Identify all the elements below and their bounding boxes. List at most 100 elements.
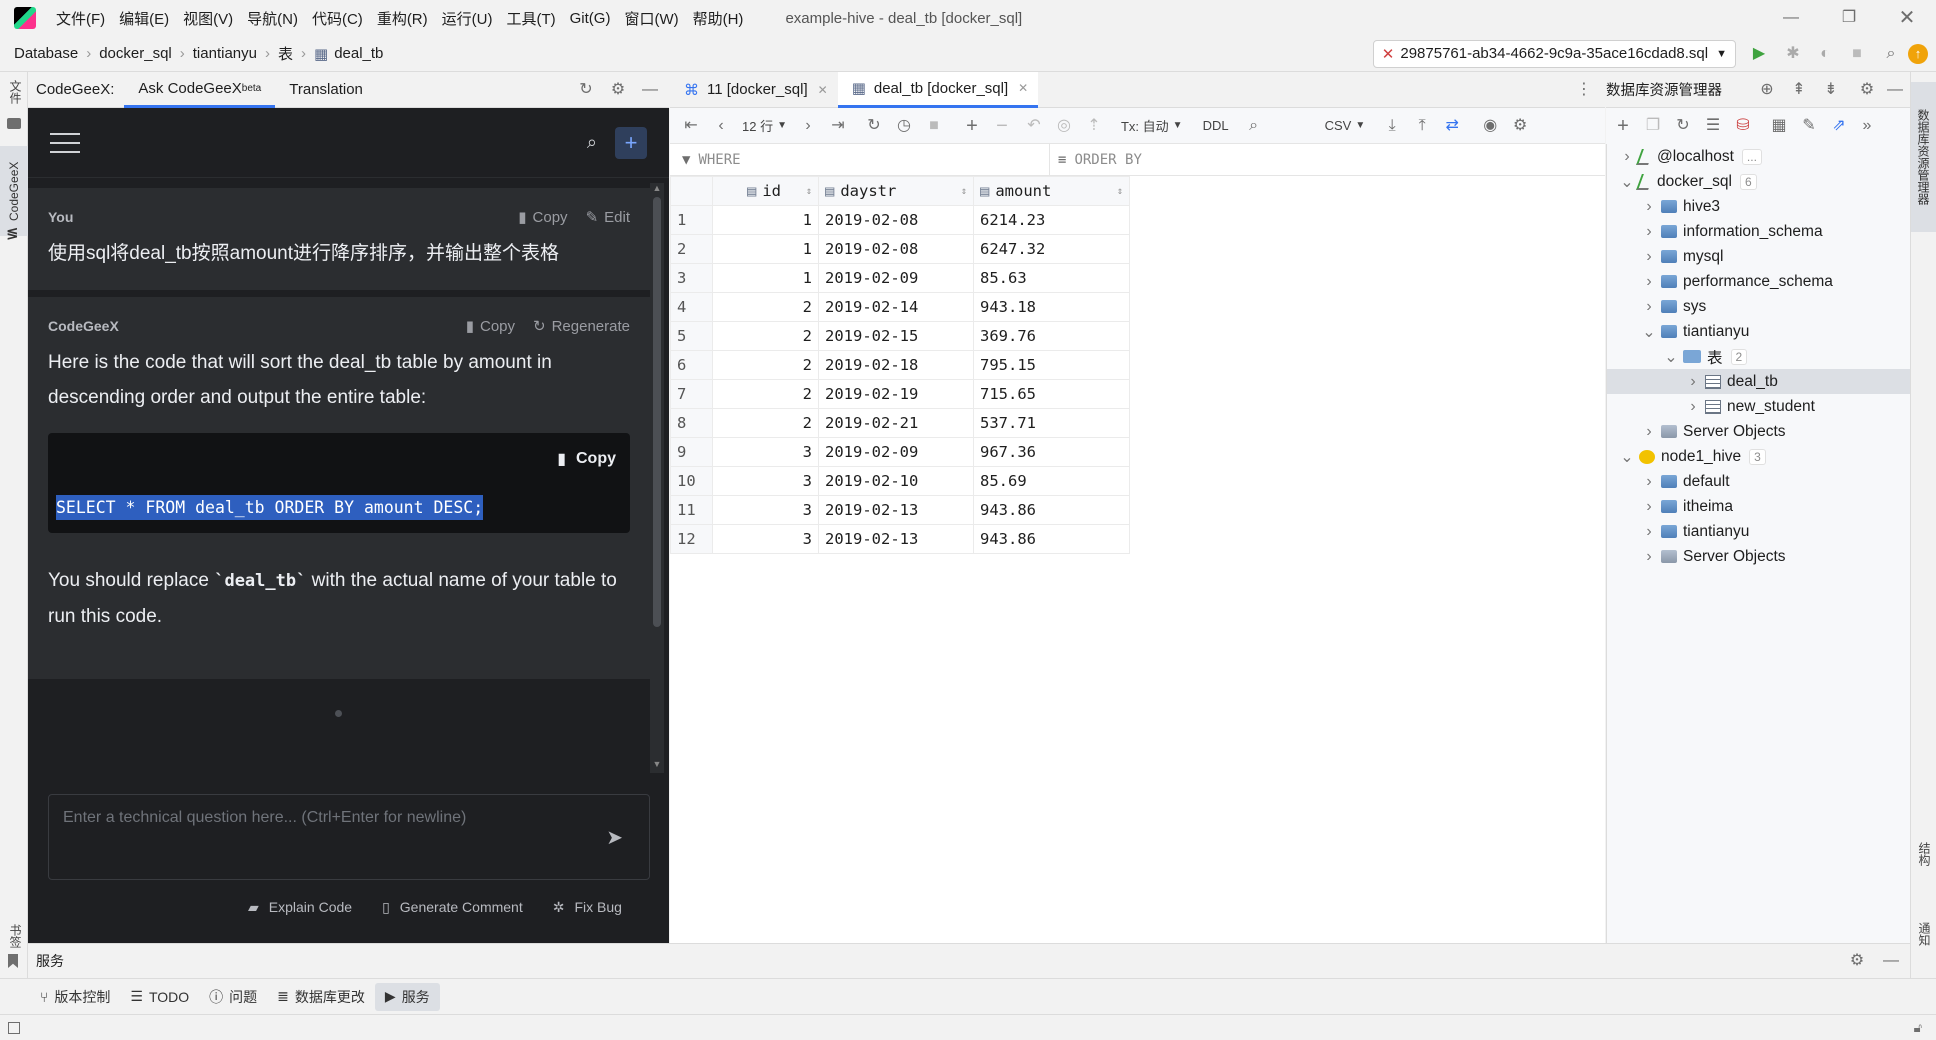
- order-by-input[interactable]: ≡ ORDER BY: [1050, 144, 1142, 176]
- table-row[interactable]: 7 2 2019-02-19 715.65: [670, 379, 1130, 409]
- row-number[interactable]: 3: [670, 263, 713, 293]
- menu-item-6[interactable]: 运行(U): [442, 8, 493, 29]
- search-icon[interactable]: ⌕: [1243, 115, 1265, 137]
- menu-item-1[interactable]: 编辑(E): [119, 8, 169, 29]
- query-history-icon[interactable]: ◷: [893, 115, 915, 137]
- hide-panel-icon[interactable]: —: [1880, 950, 1902, 972]
- assistant-copy-button[interactable]: ▮ Copy: [466, 317, 515, 336]
- export-icon[interactable]: ⤓: [1381, 115, 1403, 137]
- hide-panel-icon[interactable]: —: [1884, 79, 1906, 101]
- generate-comment-button[interactable]: ▯ Generate Comment: [382, 899, 523, 916]
- tree-node[interactable]: ⌄ node1_hive 3: [1607, 444, 1910, 469]
- tree-node[interactable]: › default: [1607, 469, 1910, 494]
- run-icon[interactable]: ▶: [1748, 43, 1770, 65]
- table-row[interactable]: 10 3 2019-02-10 85.69: [670, 466, 1130, 496]
- cell-amount[interactable]: 6247.32: [973, 234, 1130, 264]
- row-number[interactable]: 8: [670, 408, 713, 438]
- table-row[interactable]: 12 3 2019-02-13 943.86: [670, 524, 1130, 554]
- refresh-icon[interactable]: ↻: [1672, 115, 1694, 137]
- prev-page-icon[interactable]: ‹: [710, 115, 732, 137]
- jump-icon[interactable]: ⇗: [1828, 115, 1850, 137]
- codegeex-tool-button[interactable]: CodeGeeX: [0, 146, 28, 236]
- row-number[interactable]: 6: [670, 350, 713, 380]
- chevron-right-icon[interactable]: ›: [1641, 298, 1657, 316]
- cell-id[interactable]: 2: [712, 379, 819, 409]
- chevron-down-icon[interactable]: ⌄: [1619, 447, 1635, 467]
- row-number[interactable]: 5: [670, 321, 713, 351]
- close-window-icon[interactable]: ✕: [1878, 7, 1936, 29]
- sort-arrows-icon[interactable]: ⇕: [806, 186, 812, 197]
- cell-id[interactable]: 2: [712, 408, 819, 438]
- restore-icon[interactable]: ❐: [1820, 7, 1878, 29]
- readonly-lock-icon[interactable]: 🔓︎: [1914, 1020, 1922, 1036]
- cell-daystr[interactable]: 2019-02-13: [818, 524, 974, 554]
- edit-message-button[interactable]: ✎ Edit: [586, 208, 630, 227]
- gear-icon[interactable]: ⚙: [1846, 950, 1868, 972]
- scroll-down-arrow[interactable]: ▼: [650, 759, 664, 769]
- add-datasource-icon[interactable]: +: [1612, 115, 1634, 137]
- table-row[interactable]: 1 1 2019-02-08 6214.23: [670, 205, 1130, 235]
- tree-node[interactable]: ⌄ 表 2: [1607, 344, 1910, 369]
- delete-row-icon[interactable]: −: [991, 115, 1013, 137]
- row-number[interactable]: 1: [670, 205, 713, 235]
- menu-item-9[interactable]: 窗口(W): [624, 8, 678, 29]
- tree-node[interactable]: › Server Objects: [1607, 419, 1910, 444]
- cancel-query-icon[interactable]: ■: [923, 115, 945, 137]
- toggle-tool-windows-icon[interactable]: [8, 1021, 20, 1034]
- cell-amount[interactable]: 943.86: [973, 495, 1130, 525]
- coverage-icon[interactable]: ◐: [1814, 43, 1836, 65]
- app-logo-icon[interactable]: [14, 7, 36, 29]
- chevron-right-icon[interactable]: ›: [1641, 473, 1657, 491]
- tree-node[interactable]: › hive3: [1607, 194, 1910, 219]
- code-snippet[interactable]: SELECT * FROM deal_tb ORDER BY amount DE…: [56, 495, 484, 520]
- cell-daystr[interactable]: 2019-02-10: [818, 466, 974, 496]
- fix-bug-button[interactable]: ✲ Fix Bug: [553, 899, 622, 916]
- tree-node[interactable]: ⌄ tiantianyu: [1607, 319, 1910, 344]
- hamburger-menu-icon[interactable]: [50, 132, 80, 153]
- properties-icon[interactable]: ☰: [1702, 115, 1724, 137]
- chevron-down-icon[interactable]: ⌄: [1663, 347, 1679, 367]
- duplicate-icon[interactable]: ❐: [1642, 115, 1664, 137]
- project-folder-icon[interactable]: [7, 118, 21, 129]
- cell-daystr[interactable]: 2019-02-09: [818, 437, 974, 467]
- table-row[interactable]: 9 3 2019-02-09 967.36: [670, 437, 1130, 467]
- code-copy-button[interactable]: ▮ Copy: [557, 449, 616, 469]
- chevron-right-icon[interactable]: ›: [1619, 148, 1635, 166]
- cell-id[interactable]: 3: [712, 524, 819, 554]
- menu-item-7[interactable]: 工具(T): [506, 8, 555, 29]
- table-row[interactable]: 8 2 2019-02-21 537.71: [670, 408, 1130, 438]
- preview-changes-icon[interactable]: ◎: [1053, 115, 1075, 137]
- search-everywhere-icon[interactable]: ⌕: [1880, 43, 1902, 65]
- cell-amount[interactable]: 795.15: [973, 350, 1130, 380]
- project-tool-button[interactable]: 文件: [4, 80, 24, 104]
- menu-item-5[interactable]: 重构(R): [377, 8, 428, 29]
- explain-code-button[interactable]: ▰ Explain Code: [248, 899, 352, 916]
- chevron-right-icon[interactable]: ›: [1641, 548, 1657, 566]
- scroll-up-arrow[interactable]: ▲: [650, 183, 664, 193]
- cell-amount[interactable]: 943.18: [973, 292, 1130, 322]
- cell-amount[interactable]: 537.71: [973, 408, 1130, 438]
- target-icon[interactable]: ⊕: [1756, 79, 1778, 101]
- chevron-right-icon[interactable]: ›: [1641, 498, 1657, 516]
- run-config-select[interactable]: ✕ 29875761-ab34-4662-9c9a-35ace16cdad8.s…: [1372, 39, 1736, 68]
- page-size-select[interactable]: 12 行 ▼: [742, 116, 787, 135]
- column-header-id[interactable]: ▤ id ⇕: [712, 176, 819, 206]
- sort-arrows-icon[interactable]: ⇕: [1117, 186, 1123, 197]
- tab-todo[interactable]: ☰ TODO: [120, 983, 199, 1011]
- breadcrumb-item[interactable]: tiantianyu: [193, 45, 257, 62]
- ddl-button[interactable]: DDL: [1203, 118, 1229, 133]
- tree-node[interactable]: › tiantianyu: [1607, 519, 1910, 544]
- cell-amount[interactable]: 85.63: [973, 263, 1130, 293]
- close-tab-icon[interactable]: ✕: [818, 83, 828, 97]
- tree-node[interactable]: › information_schema: [1607, 219, 1910, 244]
- cell-amount[interactable]: 6214.23: [973, 205, 1130, 235]
- hide-panel-icon[interactable]: —: [639, 79, 661, 101]
- new-chat-button[interactable]: +: [615, 126, 647, 159]
- table-row[interactable]: 6 2 2019-02-18 795.15: [670, 350, 1130, 380]
- cell-daystr[interactable]: 2019-02-13: [818, 495, 974, 525]
- column-header-amount[interactable]: ▤ amount ⇕: [973, 176, 1130, 206]
- tab-version-control[interactable]: ⑂ 版本控制: [30, 983, 120, 1011]
- compare-icon[interactable]: ⇄: [1441, 115, 1463, 137]
- tree-node[interactable]: › @localhost...: [1607, 144, 1910, 169]
- next-page-icon[interactable]: ›: [797, 115, 819, 137]
